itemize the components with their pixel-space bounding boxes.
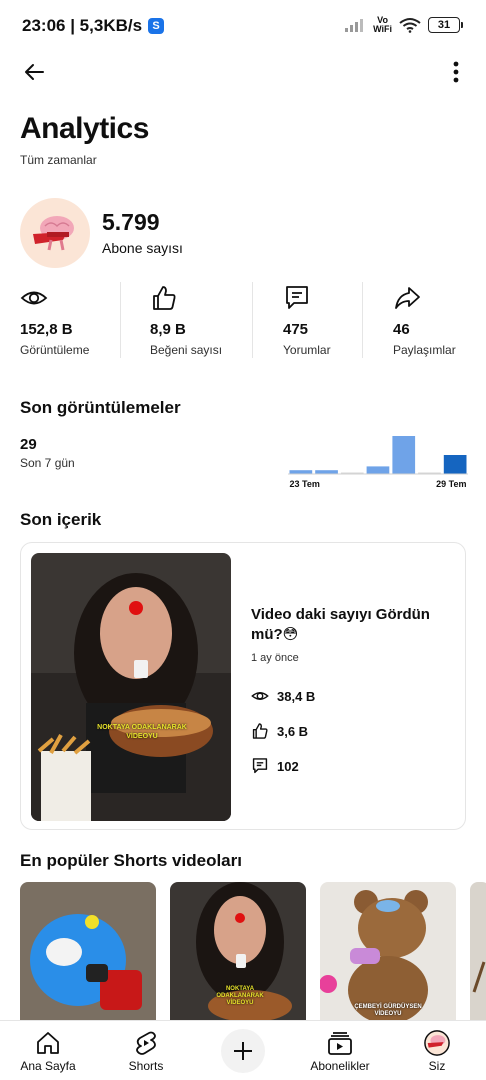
video-views: 38,4 B [277, 688, 316, 704]
stat-divider [362, 282, 363, 358]
more-vertical-icon [453, 61, 459, 83]
page-title: Analytics [20, 112, 149, 145]
stat-label: Yorumlar [283, 343, 331, 357]
stat-divider [120, 282, 121, 358]
short-caption: NOKTAYA ODAKLANARAK VİDEOYU [216, 986, 264, 1006]
nav-subscriptions[interactable]: Abonelikler [300, 1021, 380, 1080]
partial-thumbnail [470, 882, 486, 1022]
teddy-bear-thumbnail [320, 882, 456, 1022]
eye-icon [251, 692, 269, 700]
chart-tick-label: 29 Tem [436, 479, 466, 489]
video-likes-metric: 3,6 B [251, 720, 308, 742]
thumbnail-caption: NOKTAYA ODAKLANARAK VİDEOYU [97, 724, 187, 740]
stat-views[interactable]: 152,8 B Görüntüleme [20, 282, 120, 360]
video-age: 1 ay önce [251, 652, 299, 664]
recent-content-title: Son içerik [20, 510, 102, 529]
video-comments: 102 [277, 758, 299, 774]
stat-value: 8,9 B [150, 321, 186, 338]
signal-icon [345, 19, 364, 32]
video-comments-metric: 102 [251, 755, 299, 777]
thumbs-up-icon [252, 723, 268, 739]
stat-value: 46 [393, 321, 410, 338]
nav-label: Siz [428, 1059, 446, 1073]
create-button[interactable] [221, 1029, 265, 1073]
comment-icon [252, 758, 268, 774]
video-title[interactable]: Video daki sayıyı Gördün mü?😳 [251, 605, 451, 645]
more-options-button[interactable] [438, 54, 474, 90]
video-likes: 3,6 B [277, 723, 309, 739]
balloon-thumbnail [20, 882, 156, 1022]
short-caption: ÇEMBEYİ GÜRDÜYSEN VİDEOYU [354, 1004, 422, 1017]
chart-tick-label: 23 Tem [290, 479, 320, 489]
stat-label: Görüntüleme [20, 343, 90, 357]
recent-views-chart[interactable]: 23 Tem 29 Tem [288, 428, 468, 490]
wifi-icon [399, 18, 421, 33]
short-thumbnail[interactable] [470, 882, 486, 1022]
recent-content-card[interactable]: NOKTAYA ODAKLANARAK VİDEOYU Video daki s… [20, 542, 466, 830]
eye-icon [20, 291, 48, 305]
short-thumbnail[interactable] [20, 882, 156, 1022]
subscriber-count: 5.799 [102, 209, 160, 235]
shazam-icon: S [148, 18, 165, 34]
nav-label: Ana Sayfa [20, 1059, 76, 1073]
status-right: Vo WiFi 31 [345, 16, 463, 34]
share-icon [395, 287, 420, 309]
status-time-speed: 23:06 | 5,3KB/s [22, 16, 143, 35]
burger-eating-thumbnail [31, 553, 231, 821]
battery-indicator: 31 [428, 17, 463, 33]
chart-bar-24-tem [315, 470, 338, 474]
recent-views-period: Son 7 gün [20, 456, 75, 470]
nav-label: Abonelikler [310, 1059, 370, 1073]
shorts-icon [133, 1030, 159, 1056]
channel-avatar [20, 198, 90, 268]
video-thumbnail[interactable]: NOKTAYA ODAKLANARAK VİDEOYU [31, 553, 231, 821]
page-subtitle: Tüm zamanlar [20, 153, 97, 167]
stat-value: 475 [283, 321, 309, 338]
vowifi-indicator: Vo WiFi [373, 16, 392, 34]
subscriber-label: Abone sayısı [102, 240, 183, 256]
stat-value: 152,8 B [20, 321, 73, 338]
nav-label: Shorts [128, 1059, 164, 1073]
brain-logo-icon [33, 216, 74, 251]
vowifi-bottom: WiFi [373, 24, 392, 34]
recent-views-title: Son görüntülemeler [20, 398, 181, 417]
nav-home[interactable]: Ana Sayfa [8, 1021, 88, 1080]
short-thumbnail[interactable]: NOKTAYA ODAKLANARAK VİDEOYU [170, 882, 306, 1022]
bottom-navigation: Ana Sayfa Shorts Abonelikler Siz [0, 1020, 486, 1080]
recent-views-count: 29 [20, 436, 37, 453]
comment-icon [286, 286, 308, 309]
subscriptions-icon [327, 1030, 353, 1056]
chart-bar-26-tem [366, 466, 390, 474]
back-button[interactable] [16, 54, 52, 90]
popular-shorts-row: NOKTAYA ODAKLANARAK VİDEOYU ÇEMBEYİ GÜRD… [20, 882, 486, 1022]
nav-shorts[interactable]: Shorts [106, 1021, 186, 1080]
status-bar: 23:06 | 5,3KB/s S Vo WiFi 31 [0, 0, 486, 52]
stat-comments[interactable]: 475 Yorumlar [283, 282, 363, 360]
chart-bar-29-tem [443, 455, 467, 474]
popular-shorts-title: En popüler Shorts videoları [20, 851, 242, 870]
back-arrow-icon [25, 64, 44, 80]
profile-avatar [424, 1030, 450, 1056]
status-left: 23:06 | 5,3KB/s S [22, 16, 165, 36]
short-thumbnail[interactable]: ÇEMBEYİ GÜRDÜYSEN VİDEOYU [320, 882, 456, 1022]
chart-bar-27-tem [392, 436, 416, 474]
stats-row: 152,8 B Görüntüleme 8,9 B Beğeni sayısı … [0, 282, 486, 360]
stat-divider [252, 282, 253, 358]
plus-icon [234, 1042, 252, 1060]
chart-bar-23-tem [289, 470, 313, 474]
video-views-metric: 38,4 B [251, 685, 315, 707]
stat-label: Beğeni sayısı [150, 343, 223, 357]
stat-shares[interactable]: 46 Paylaşımlar [393, 282, 478, 360]
stat-label: Paylaşımlar [393, 343, 456, 357]
stat-likes[interactable]: 8,9 B Beğeni sayısı [150, 282, 250, 360]
nav-you[interactable]: Siz [397, 1021, 477, 1080]
thumbs-up-icon [153, 286, 176, 310]
home-icon [35, 1030, 61, 1056]
top-app-bar [0, 52, 486, 92]
